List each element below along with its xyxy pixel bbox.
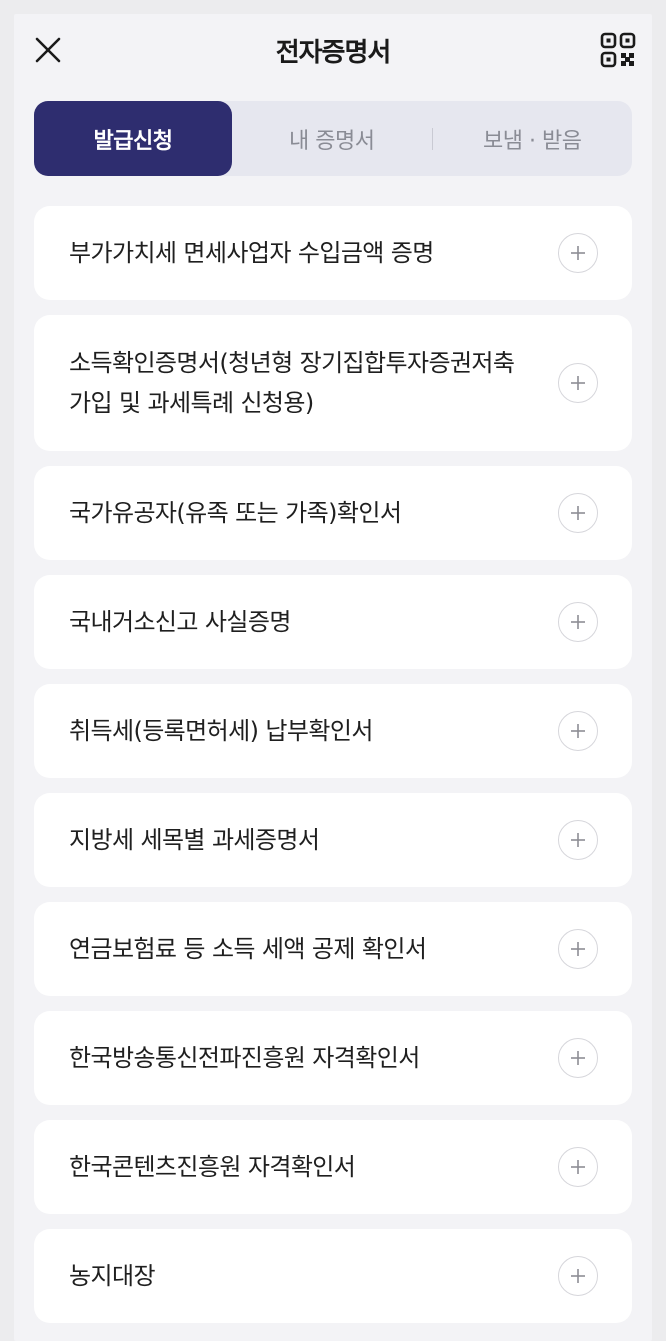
list-item[interactable]: 국내거소신고 사실증명 [34, 575, 632, 669]
list-item-label: 취득세(등록면허세) 납부확인서 [69, 717, 373, 745]
list-item[interactable]: 농지대장 [34, 1229, 632, 1323]
list-item[interactable]: 소득확인증명서(청년형 장기집합투자증권저축 가입 및 과세특례 신청용) [34, 315, 632, 451]
certificate-list: 부가가치세 면세사업자 수입금액 증명 소득확인증명서(청년형 장기집합투자증권… [34, 206, 632, 1338]
list-item-label: 지방세 세목별 과세증명서 [69, 826, 320, 854]
list-item[interactable]: 한국콘텐츠진흥원 자격확인서 [34, 1120, 632, 1214]
plus-icon [571, 1269, 585, 1283]
list-item-label: 한국방송통신전파진흥원 자격확인서 [69, 1044, 420, 1072]
add-button[interactable] [558, 711, 598, 751]
list-item[interactable]: 연금보험료 등 소득 세액 공제 확인서 [34, 902, 632, 996]
plus-icon [571, 615, 585, 629]
segment-tabs: 발급신청 내 증명서 보냄 · 받음 [34, 101, 632, 176]
plus-icon [571, 724, 585, 738]
qr-code-button[interactable] [600, 32, 636, 68]
list-item-label: 연금보험료 등 소득 세액 공제 확인서 [69, 935, 427, 963]
add-button[interactable] [558, 363, 598, 403]
list-item[interactable]: 한국방송통신전파진흥원 자격확인서 [34, 1011, 632, 1105]
list-item[interactable]: 부가가치세 면세사업자 수입금액 증명 [34, 206, 632, 300]
list-item-label: 농지대장 [69, 1262, 156, 1290]
list-item-label: 한국콘텐츠진흥원 자격확인서 [69, 1153, 356, 1181]
tab-issue-request[interactable]: 발급신청 [34, 101, 232, 176]
add-button[interactable] [558, 602, 598, 642]
plus-icon [571, 246, 585, 260]
tab-sent-received[interactable]: 보냄 · 받음 [433, 101, 633, 176]
list-item[interactable]: 국가유공자(유족 또는 가족)확인서 [34, 466, 632, 560]
list-item-label: 부가가치세 면세사업자 수입금액 증명 [69, 239, 434, 267]
add-button[interactable] [558, 493, 598, 533]
add-button[interactable] [558, 1256, 598, 1296]
plus-icon [571, 1160, 585, 1174]
plus-icon [571, 506, 585, 520]
add-button[interactable] [558, 820, 598, 860]
header: 전자증명서 [14, 14, 652, 88]
list-item[interactable]: 취득세(등록면허세) 납부확인서 [34, 684, 632, 778]
page-title: 전자증명서 [275, 38, 392, 68]
tab-my-certificates[interactable]: 내 증명서 [232, 101, 432, 176]
qr-code-icon [600, 32, 636, 68]
list-item-label: 국내거소신고 사실증명 [69, 608, 291, 636]
add-button[interactable] [558, 929, 598, 969]
add-button[interactable] [558, 233, 598, 273]
list-item[interactable]: 지방세 세목별 과세증명서 [34, 793, 632, 887]
add-button[interactable] [558, 1147, 598, 1187]
app-screen: 전자증명서 발급신청 내 증명서 보냄 · 받음 부가가치세 면세사업자 수입금… [14, 14, 652, 1341]
list-item-label: 소득확인증명서(청년형 장기집합투자증권저축 가입 및 과세특례 신청용) [69, 349, 515, 417]
add-button[interactable] [558, 1038, 598, 1078]
plus-icon [571, 376, 585, 390]
plus-icon [571, 942, 585, 956]
list-item-label: 국가유공자(유족 또는 가족)확인서 [69, 499, 402, 527]
plus-icon [571, 833, 585, 847]
plus-icon [571, 1051, 585, 1065]
